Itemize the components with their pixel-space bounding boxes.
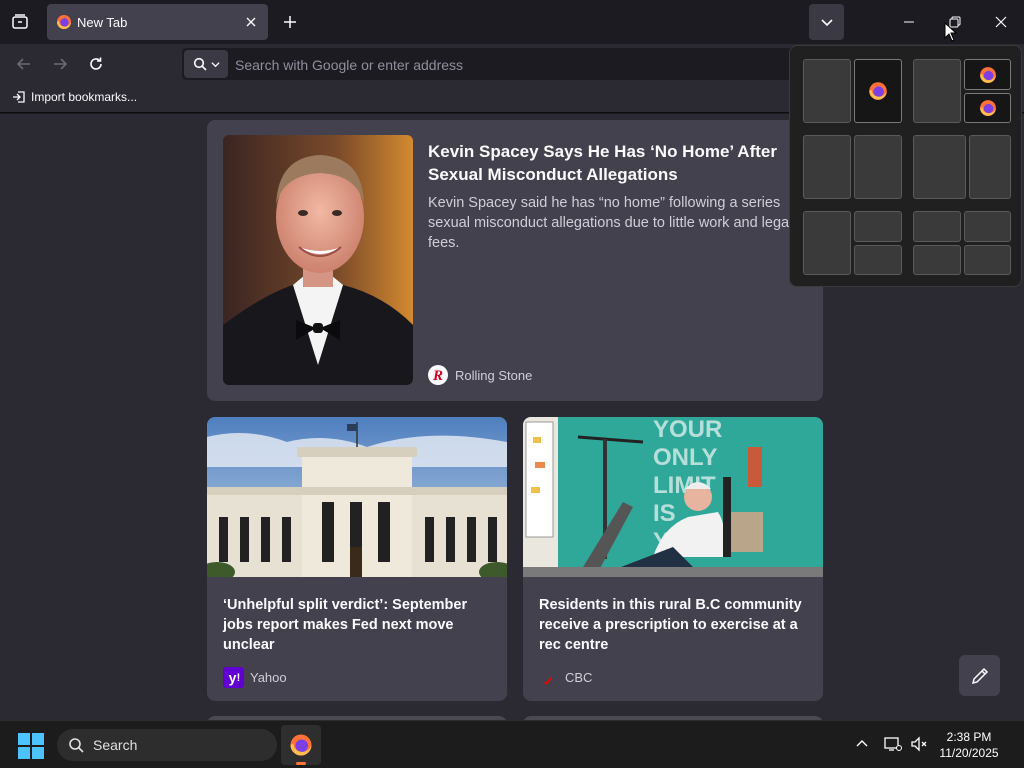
taskbar-firefox-button[interactable] — [281, 725, 321, 765]
minimize-icon — [904, 21, 914, 23]
snap-zone-right-narrow[interactable] — [969, 135, 1011, 199]
firefox-icon — [979, 66, 996, 83]
clock-time: 2:38 PM — [946, 730, 992, 744]
close-tab-button[interactable] — [242, 13, 260, 31]
wall-text-line: YOUR — [653, 417, 722, 443]
snap-zone-top-left[interactable] — [913, 211, 961, 242]
snap-zone-right-half[interactable] — [854, 135, 902, 199]
snap-zone-left-wide[interactable] — [913, 135, 966, 199]
running-indicator — [296, 762, 306, 765]
show-hidden-icons-button[interactable] — [852, 734, 872, 754]
close-icon — [246, 17, 256, 27]
search-engine-button[interactable] — [184, 50, 228, 78]
story-source-name: Yahoo — [250, 670, 287, 685]
back-button[interactable] — [10, 50, 38, 78]
snap-zone-top-right[interactable] — [964, 59, 1011, 90]
new-tab-button[interactable] — [278, 8, 302, 36]
address-bar-placeholder: Search with Google or enter address — [235, 57, 464, 73]
firefox-icon — [979, 100, 996, 116]
story-card[interactable]: YOUR ONLY LIMIT IS YO Residents in t — [523, 417, 823, 701]
plus-icon — [284, 16, 296, 28]
story-photo-gym: YOUR ONLY LIMIT IS YO — [523, 417, 823, 577]
snap-zone-top-right[interactable] — [854, 211, 902, 242]
story-source: CBC — [539, 667, 592, 687]
snap-zone-left-half[interactable] — [803, 211, 851, 275]
snap-zone-bottom-right[interactable] — [964, 93, 1011, 123]
story-headline[interactable]: ‘Unhelpful split verdict’: September job… — [223, 595, 493, 655]
chevron-down-icon — [820, 19, 833, 27]
tab-new-tab[interactable]: New Tab — [47, 4, 268, 40]
volume-button[interactable] — [909, 734, 929, 754]
firefox-icon — [56, 14, 72, 35]
yahoo-logo-icon: y! — [223, 667, 244, 688]
story-photo-federal-reserve — [207, 417, 507, 577]
close-window-button[interactable] — [978, 0, 1024, 44]
tab-list-icon — [12, 14, 28, 29]
clock-date: 11/20/2025 — [939, 746, 999, 760]
rolling-stone-logo-icon: R — [428, 365, 448, 385]
taskbar: Search 2:38 PM 11/20/2025 — [0, 720, 1024, 768]
snap-zone-bottom-right[interactable] — [964, 245, 1011, 275]
story-source-name: CBC — [565, 669, 593, 685]
title-bar: New Tab — [0, 0, 1024, 44]
snap-zone-bottom-left[interactable] — [913, 245, 961, 275]
snap-zone-left-half[interactable] — [913, 59, 961, 123]
forward-button[interactable] — [46, 50, 74, 78]
system-clock[interactable]: 2:38 PM 11/20/2025 — [928, 729, 1010, 761]
firefox-icon — [290, 734, 312, 756]
firefox-view-button[interactable] — [6, 8, 34, 36]
snap-zone-left-half[interactable] — [803, 135, 851, 199]
tab-title: New Tab — [77, 15, 128, 30]
story-source: R Rolling Stone — [428, 365, 532, 385]
svg-text:R: R — [432, 368, 443, 384]
customize-button[interactable] — [959, 655, 1000, 696]
back-arrow-icon — [16, 58, 30, 70]
reload-icon — [90, 57, 102, 70]
wall-text-line: ONLY — [653, 444, 717, 471]
pencil-icon — [971, 667, 988, 684]
taskbar-search-box[interactable]: Search — [57, 729, 277, 761]
reload-button[interactable] — [82, 50, 110, 78]
start-button[interactable] — [18, 733, 44, 759]
search-icon — [193, 57, 207, 71]
snap-zone-left-half[interactable] — [803, 59, 851, 123]
snap-zone-bottom-right[interactable] — [854, 245, 902, 275]
minimize-button[interactable] — [886, 0, 932, 44]
close-icon — [995, 16, 1007, 28]
import-bookmarks-button[interactable]: Import bookmarks... — [12, 90, 137, 104]
taskbar-search-label: Search — [93, 737, 138, 753]
chevron-up-icon — [856, 740, 868, 747]
chevron-down-icon — [210, 61, 220, 67]
import-bookmarks-label: Import bookmarks... — [31, 90, 138, 104]
address-bar[interactable]: Search with Google or enter address — [182, 48, 822, 80]
volume-muted-icon — [911, 736, 927, 752]
search-icon — [69, 738, 84, 753]
wall-text-line: IS — [653, 500, 676, 527]
story-source-name: Rolling Stone — [455, 367, 533, 383]
network-status-button[interactable] — [883, 734, 903, 754]
mouse-cursor-icon — [944, 22, 958, 42]
forward-arrow-icon — [54, 58, 68, 70]
windows-logo-icon — [18, 733, 44, 759]
story-headline[interactable]: Kevin Spacey Says He Has ‘No Home’ After… — [428, 140, 788, 186]
snap-zone-right-half[interactable] — [854, 59, 902, 123]
network-icon — [884, 737, 902, 751]
snap-zone-top-right[interactable] — [964, 211, 1011, 242]
list-all-tabs-button[interactable] — [809, 4, 844, 40]
cbc-logo-icon — [544, 677, 552, 685]
story-card-featured[interactable]: Kevin Spacey Says He Has ‘No Home’ After… — [207, 120, 823, 401]
snap-layouts-flyout — [789, 45, 1022, 287]
import-icon — [13, 91, 25, 103]
svg-text:y: y — [229, 670, 237, 686]
story-source: y! Yahoo — [223, 667, 287, 688]
story-card[interactable]: ‘Unhelpful split verdict’: September job… — [207, 417, 507, 701]
story-photo-portrait — [223, 135, 413, 385]
svg-text:!: ! — [237, 672, 241, 684]
story-excerpt: Kevin Spacey said he has “no home” follo… — [428, 195, 793, 251]
story-headline[interactable]: Residents in this rural B.C community re… — [539, 595, 809, 655]
firefox-icon — [869, 82, 887, 100]
